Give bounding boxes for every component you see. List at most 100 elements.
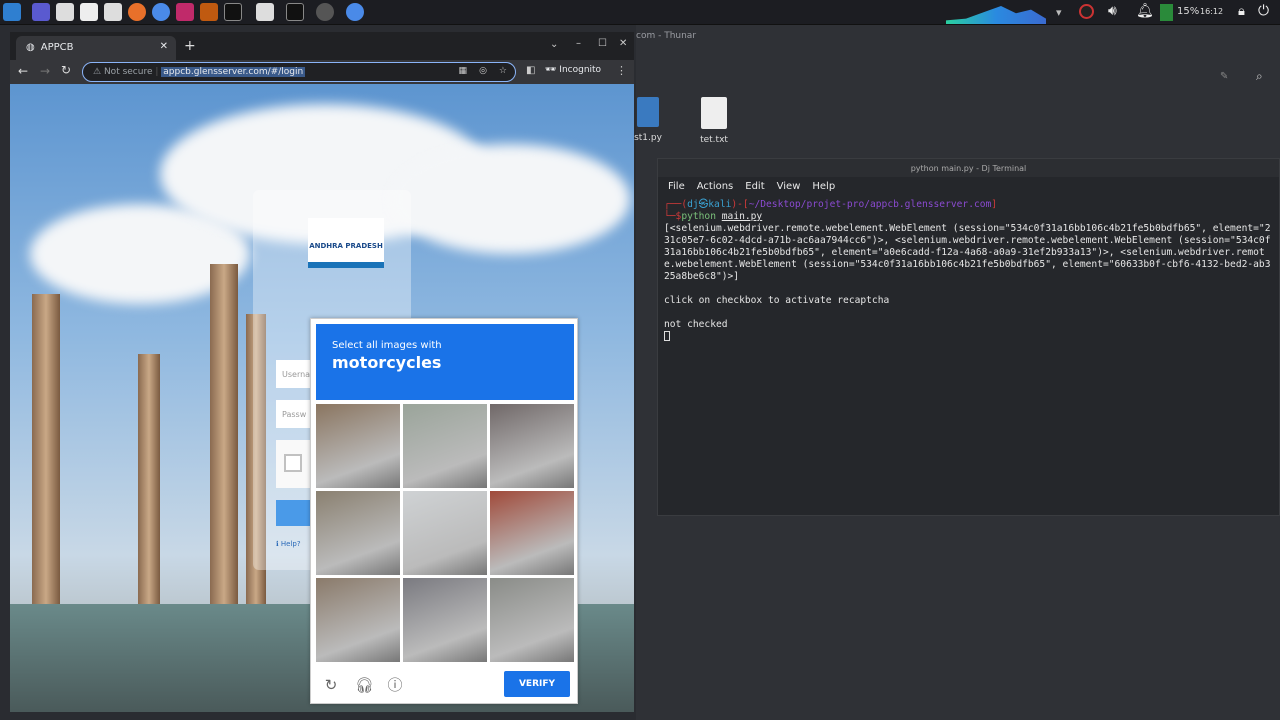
- taskbar: ▾ 🔊︎ 🔔︎ 15% 16:12 🔒︎ ⏻: [0, 0, 1280, 25]
- text-editor-icon[interactable]: [80, 3, 98, 21]
- sublime-icon[interactable]: [200, 3, 218, 21]
- image-tile[interactable]: [403, 491, 487, 575]
- text-file-icon: [701, 97, 727, 129]
- command: python: [681, 211, 716, 222]
- logout-icon[interactable]: ⏻: [1258, 3, 1269, 19]
- globe-icon: ◍: [26, 42, 35, 53]
- window-settings-icon[interactable]: [316, 3, 334, 21]
- file-manager-icon[interactable]: [56, 3, 74, 21]
- firefox-icon[interactable]: [128, 3, 146, 21]
- clock[interactable]: 16:12: [1200, 7, 1223, 16]
- workspace-icon[interactable]: [32, 3, 50, 21]
- menu-view[interactable]: View: [777, 181, 801, 192]
- help-link[interactable]: ℹ Help?: [276, 540, 301, 548]
- audio-challenge-icon[interactable]: 🎧︎: [355, 677, 374, 693]
- challenge-instruction: Select all images with: [332, 340, 442, 351]
- notification-bell-icon[interactable]: 🔔︎: [1136, 3, 1154, 19]
- volume-icon[interactable]: 🔊︎: [1108, 3, 1117, 19]
- info-icon[interactable]: ⓘ: [387, 677, 403, 693]
- forward-button[interactable]: →: [40, 64, 50, 78]
- page-content: ANDHRA PRADESH Userna Passw ℹ Help? Sele…: [10, 84, 634, 712]
- side-panel-icon[interactable]: ◧: [526, 65, 535, 76]
- new-tab-button[interactable]: +: [184, 38, 196, 54]
- command-arg: main.py: [721, 211, 763, 222]
- terminal-menu: File Actions Edit View Help: [658, 177, 1279, 195]
- battery-icon[interactable]: [1160, 4, 1173, 21]
- close-window-button[interactable]: ✕: [619, 38, 627, 49]
- help-text: Help?: [280, 540, 301, 548]
- lock-icon[interactable]: 🔒︎: [1238, 4, 1245, 19]
- output-elements: [<selenium.webdriver.remote.webelement.W…: [664, 223, 1271, 282]
- url-text[interactable]: appcb.glensserver.com/#/login: [161, 67, 306, 77]
- image-tile[interactable]: [490, 578, 574, 662]
- menu-edit[interactable]: Edit: [745, 181, 764, 192]
- menu-help[interactable]: Help: [812, 181, 835, 192]
- image-tile[interactable]: [490, 404, 574, 488]
- kali-menu-icon[interactable]: [3, 3, 21, 21]
- qr-icon[interactable]: ▦: [458, 66, 467, 76]
- recaptcha-challenge: Select all images with motorcycles ↻ 🎧︎ …: [310, 318, 578, 704]
- incognito-label: Incognito: [559, 65, 602, 75]
- image-tile[interactable]: [403, 578, 487, 662]
- window-chrome-icon[interactable]: [346, 3, 364, 21]
- prompt-host: kali: [708, 199, 732, 210]
- tracking-eye-icon[interactable]: ◎: [479, 66, 487, 76]
- search-icon[interactable]: ⌕: [1256, 69, 1263, 84]
- logo-text: ANDHRA PRADESH: [309, 242, 383, 250]
- smoke-cloud: [390, 144, 630, 254]
- image-tile[interactable]: [490, 491, 574, 575]
- minimize-button[interactable]: –: [576, 38, 581, 49]
- image-tile[interactable]: [316, 404, 400, 488]
- window-terminal-icon[interactable]: [286, 3, 304, 21]
- bookmark-star-icon[interactable]: ☆: [499, 66, 507, 76]
- window-folder-icon[interactable]: [256, 3, 274, 21]
- terminal-icon[interactable]: [224, 3, 242, 21]
- image-tile[interactable]: [403, 404, 487, 488]
- battery-percent: 15%: [1177, 6, 1200, 17]
- not-secure-label[interactable]: Not secure: [104, 67, 153, 77]
- obs-icon[interactable]: [1079, 4, 1094, 19]
- chromium-icon[interactable]: [152, 3, 170, 21]
- terminal-title: python main.py - Dj Terminal: [658, 159, 1279, 177]
- clipboard-icon[interactable]: [104, 3, 122, 21]
- recaptcha-checkbox[interactable]: [284, 454, 302, 472]
- warning-icon: ⚠: [93, 67, 102, 77]
- image-grid: [316, 404, 574, 662]
- burp-icon[interactable]: [176, 3, 194, 21]
- thunar-title: com - Thunar: [636, 31, 697, 41]
- menu-kebab-icon[interactable]: ⋮: [616, 64, 627, 77]
- challenge-target: motorcycles: [332, 353, 442, 372]
- tab-close-icon[interactable]: ✕: [160, 41, 168, 52]
- verify-button[interactable]: VERIFY: [504, 671, 570, 697]
- edit-path-icon[interactable]: ✎: [1220, 71, 1228, 82]
- tab-appcb[interactable]: ◍ APPCB ✕: [16, 36, 176, 60]
- menu-file[interactable]: File: [668, 181, 685, 192]
- python-file-icon: [637, 97, 659, 127]
- reload-challenge-icon[interactable]: ↻: [323, 677, 339, 693]
- terminal-output[interactable]: ┌──(dj㉿kali)-[~/Desktop/projet-pro/appcb…: [658, 195, 1279, 349]
- incognito-badge[interactable]: 🕶︎ Incognito: [545, 65, 601, 75]
- image-tile[interactable]: [316, 578, 400, 662]
- file-name: st1.py: [634, 133, 662, 143]
- image-tile[interactable]: [316, 491, 400, 575]
- challenge-header: Select all images with motorcycles: [316, 324, 574, 400]
- output-line: not checked: [664, 319, 728, 330]
- menu-actions[interactable]: Actions: [697, 181, 734, 192]
- output-line: click on checkbox to activate recaptcha: [664, 295, 890, 306]
- file-name: tet.txt: [700, 135, 728, 145]
- cpu-graph: [946, 6, 1046, 24]
- back-button[interactable]: ←: [18, 64, 28, 78]
- username-placeholder: Userna: [282, 370, 311, 379]
- maximize-button[interactable]: ☐: [598, 38, 607, 49]
- appcb-logo: ANDHRA PRADESH: [308, 218, 384, 268]
- tab-search-icon[interactable]: ⌄: [550, 39, 558, 50]
- password-placeholder: Passw: [282, 410, 307, 419]
- address-bar[interactable]: ⚠ Not secure | appcb.glensserver.com/#/l…: [82, 62, 516, 82]
- prompt-user: dj: [687, 199, 699, 210]
- reload-button[interactable]: ↻: [61, 63, 71, 77]
- prompt-path: ~/Desktop/projet-pro/appcb.glensserver.c…: [748, 199, 992, 210]
- tab-title: APPCB: [40, 42, 74, 53]
- wifi-icon[interactable]: ▾: [1056, 6, 1062, 19]
- file-tet-txt[interactable]: tet.txt: [684, 97, 744, 145]
- terminal-window[interactable]: python main.py - Dj Terminal File Action…: [657, 158, 1280, 516]
